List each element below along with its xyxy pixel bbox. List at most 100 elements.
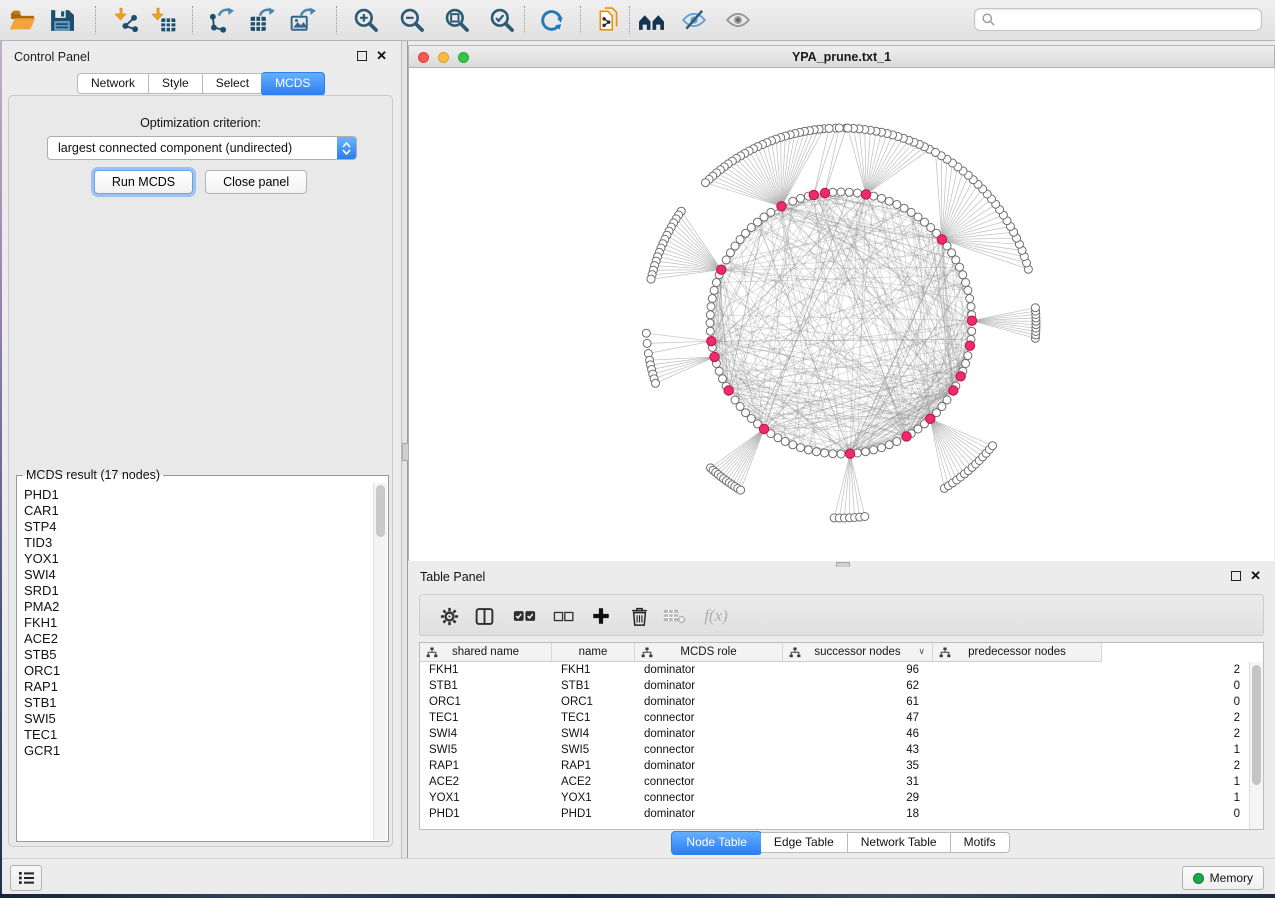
export-table-button[interactable] <box>244 2 280 38</box>
table-row-RAP1[interactable]: RAP1RAP1dominator352 <box>420 758 1250 774</box>
mcds-result-item[interactable]: STP4 <box>24 519 373 535</box>
column-header-MCDS-role[interactable]: MCDS role <box>635 643 783 662</box>
add-row-button[interactable] <box>586 601 616 631</box>
mcds-result-item[interactable]: RAP1 <box>24 679 373 695</box>
mcds-list-scrollbar-thumb[interactable] <box>376 485 385 537</box>
mcds-result-item[interactable]: ORC1 <box>24 663 373 679</box>
network-view-window: YPA_prune.txt_1 <box>408 41 1275 561</box>
table-row-SWI4[interactable]: SWI4SWI4dominator462 <box>420 726 1250 742</box>
tab-network-table[interactable]: Network Table <box>848 832 951 853</box>
network-window-titlebar[interactable]: YPA_prune.txt_1 <box>408 45 1275 68</box>
mcds-result-list[interactable]: PHD1CAR1STP4TID3YOX1SWI4SRD1PMA2FKH1ACE2… <box>18 484 373 840</box>
mcds-result-item[interactable]: STB1 <box>24 695 373 711</box>
search-field[interactable] <box>974 8 1262 31</box>
cell: SWI4 <box>420 728 552 740</box>
import-table-button[interactable] <box>146 2 182 38</box>
table-scrollbar-thumb[interactable] <box>1252 665 1261 785</box>
cell: 0 <box>933 680 1250 692</box>
mcds-result-item[interactable]: TEC1 <box>24 727 373 743</box>
mcds-result-item[interactable]: PHD1 <box>24 487 373 503</box>
table-row-TEC1[interactable]: TEC1TEC1connector472 <box>420 710 1250 726</box>
control-panel-window-buttons: ✕ <box>357 51 387 61</box>
show-all-button[interactable] <box>720 2 756 38</box>
close-panel-button[interactable]: Close panel <box>205 170 307 194</box>
mcds-result-item[interactable]: CAR1 <box>24 503 373 519</box>
table-settings-button[interactable] <box>434 601 464 631</box>
table-row-ACE2[interactable]: ACE2ACE2connector311 <box>420 774 1250 790</box>
optimization-criterion-value: largest connected component (undirected) <box>48 141 337 155</box>
mcds-result-item[interactable]: ACE2 <box>24 631 373 647</box>
table-row-PHD1[interactable]: PHD1PHD1dominator180 <box>420 806 1250 822</box>
tab-select[interactable]: Select <box>203 73 263 94</box>
mcds-result-item[interactable]: SWI4 <box>24 567 373 583</box>
tab-style[interactable]: Style <box>149 73 203 94</box>
delete-row-button[interactable] <box>624 601 654 631</box>
cell: 47 <box>783 712 933 724</box>
column-header-shared-name[interactable]: shared name <box>420 643 552 662</box>
cell: 2 <box>933 712 1250 724</box>
cell: 29 <box>783 792 933 804</box>
zoom-selected-button[interactable] <box>484 2 520 38</box>
show-columns-button[interactable] <box>469 601 499 631</box>
first-neighbors-icon <box>638 9 665 32</box>
table-scrollbar[interactable] <box>1249 662 1263 829</box>
mcds-result-item[interactable]: GCR1 <box>24 743 373 759</box>
tab-node-table[interactable]: Node Table <box>671 831 762 855</box>
memory-button[interactable]: Memory <box>1182 866 1264 890</box>
export-image-button[interactable] <box>285 2 321 38</box>
table-row-ORC1[interactable]: ORC1ORC1dominator610 <box>420 694 1250 710</box>
deselect-all-button[interactable] <box>548 601 578 631</box>
tab-edge-table[interactable]: Edge Table <box>761 832 848 853</box>
run-mcds-button[interactable]: Run MCDS <box>94 170 193 194</box>
first-neighbors-button[interactable] <box>633 2 669 38</box>
cell: PHD1 <box>552 808 635 820</box>
column-header-label: MCDS role <box>680 646 736 658</box>
table-panel-title: Table Panel <box>420 570 485 584</box>
mcds-result-item[interactable]: SRD1 <box>24 583 373 599</box>
table-row-STB1[interactable]: STB1STB1dominator620 <box>420 678 1250 694</box>
zoom-fit-button[interactable] <box>439 2 475 38</box>
float-window-icon[interactable] <box>357 51 367 61</box>
mcds-result-item[interactable]: PMA2 <box>24 599 373 615</box>
tab-network[interactable]: Network <box>77 73 149 94</box>
clone-network-button[interactable] <box>591 2 627 38</box>
table-row-YOX1[interactable]: YOX1YOX1connector291 <box>420 790 1250 806</box>
cell: TEC1 <box>552 712 635 724</box>
export-network-button[interactable] <box>203 2 239 38</box>
select-all-button[interactable] <box>509 601 539 631</box>
column-header-predecessor-nodes[interactable]: predecessor nodes <box>933 643 1102 662</box>
mcds-list-scrollbar[interactable] <box>373 483 387 840</box>
zoom-out-button[interactable] <box>394 2 430 38</box>
open-file-button[interactable] <box>4 2 40 38</box>
hide-selected-button[interactable] <box>676 2 712 38</box>
tab-mcds[interactable]: MCDS <box>261 72 325 96</box>
column-header-successor-nodes[interactable]: successor nodes∨ <box>783 643 933 662</box>
mcds-result-item[interactable]: YOX1 <box>24 551 373 567</box>
zoom-in-button[interactable] <box>348 2 384 38</box>
import-network-button[interactable] <box>109 2 145 38</box>
optimization-criterion-select[interactable]: largest connected component (undirected) <box>47 136 357 160</box>
cell: SWI4 <box>552 728 635 740</box>
mcds-result-item[interactable]: STB5 <box>24 647 373 663</box>
search-input[interactable] <box>996 12 1255 28</box>
network-graph[interactable] <box>409 68 1275 561</box>
cell: YOX1 <box>552 792 635 804</box>
mcds-result-item[interactable]: TID3 <box>24 535 373 551</box>
refresh-view-button[interactable] <box>533 2 569 38</box>
close-window-icon[interactable]: ✕ <box>376 51 387 61</box>
vertical-splitter[interactable] <box>401 41 408 858</box>
cell: 43 <box>783 744 933 756</box>
float-window-icon[interactable] <box>1231 571 1241 581</box>
mcds-result-item[interactable]: FKH1 <box>24 615 373 631</box>
mcds-result-item[interactable]: SWI5 <box>24 711 373 727</box>
save-session-icon <box>49 8 74 33</box>
show-panels-button[interactable] <box>10 865 42 891</box>
close-window-icon[interactable]: ✕ <box>1250 571 1261 581</box>
column-header-name[interactable]: name <box>552 643 635 662</box>
tab-motifs[interactable]: Motifs <box>951 832 1010 853</box>
save-session-button[interactable] <box>43 2 79 38</box>
table-row-FKH1[interactable]: FKH1FKH1dominator962 <box>420 662 1250 678</box>
delete-table-icon <box>663 607 686 625</box>
table-row-SWI5[interactable]: SWI5SWI5connector431 <box>420 742 1250 758</box>
network-canvas[interactable] <box>408 68 1274 561</box>
